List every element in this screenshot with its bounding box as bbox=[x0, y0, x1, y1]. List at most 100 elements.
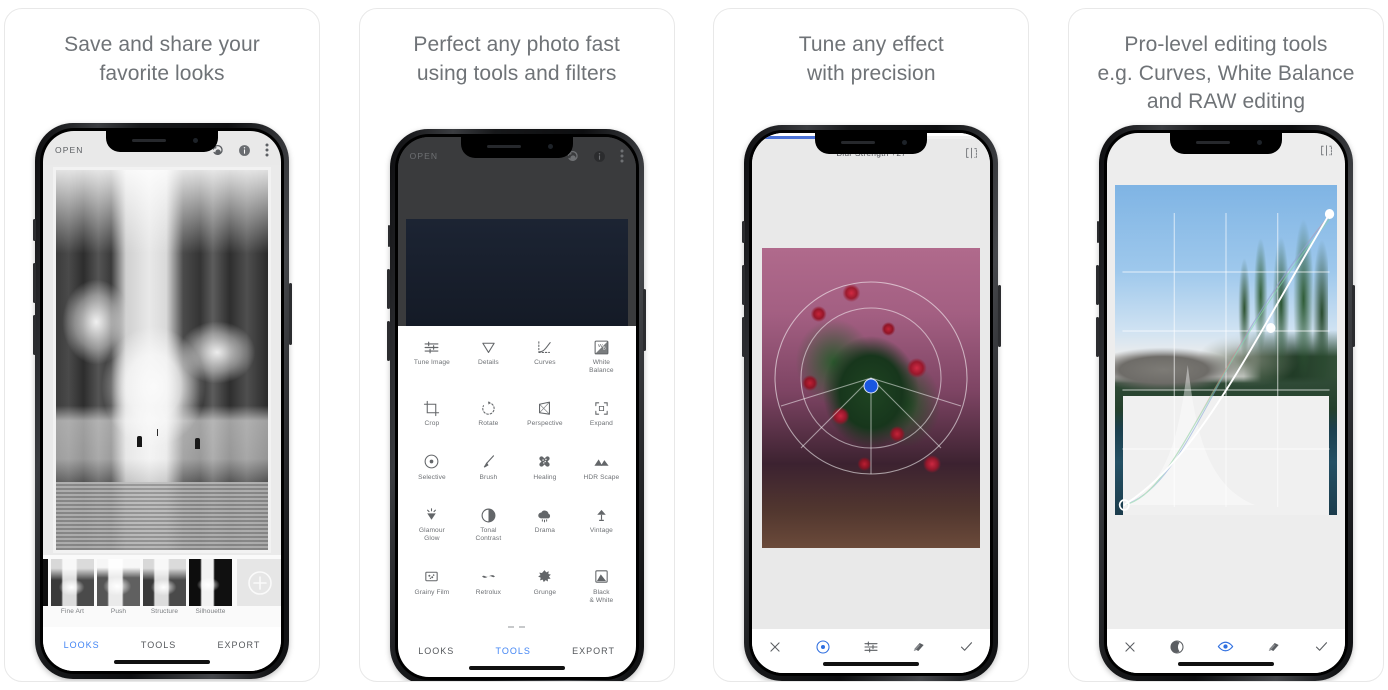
tool-grainy-film[interactable]: Grainy Film bbox=[404, 564, 461, 622]
tool-details[interactable]: Details bbox=[460, 334, 517, 391]
tool-label: Vintage bbox=[589, 527, 613, 534]
phone-mute-switch bbox=[387, 225, 391, 247]
card-title-1: Save and share your favorite looks bbox=[64, 33, 260, 85]
tool-label: Crop bbox=[424, 420, 440, 428]
phone-bezel-1: OPEN Fine Art Push Structure Silhouette … bbox=[40, 128, 284, 674]
svg-text:B: B bbox=[603, 345, 606, 350]
tool-retrolux[interactable]: Retrolux bbox=[460, 564, 517, 622]
tool-brush[interactable]: Brush bbox=[460, 449, 517, 498]
tab-export[interactable]: EXPORT bbox=[572, 646, 615, 656]
look-preset-fine-art[interactable]: Fine Art bbox=[51, 559, 94, 615]
looks-filmstrip[interactable]: Fine Art Push Structure Silhouette bbox=[43, 555, 281, 627]
tab-looks[interactable]: LOOKS bbox=[418, 646, 454, 656]
bottom-tab-bar-1[interactable]: LOOKS TOOLS EXPORT bbox=[43, 627, 281, 671]
tool-grunge[interactable]: Grunge bbox=[517, 564, 574, 622]
phone-bezel-2: OPEN Tune Image Details Curves W B White… bbox=[394, 134, 639, 680]
bottom-action-bar-4[interactable] bbox=[1106, 629, 1345, 673]
phone-power-button bbox=[288, 283, 292, 345]
tool-perspective[interactable]: Perspective bbox=[517, 395, 574, 444]
info-icon[interactable] bbox=[238, 144, 251, 157]
photo-canvas-1[interactable] bbox=[43, 165, 281, 555]
tool-vintage[interactable]: Vintage bbox=[573, 502, 630, 560]
curve-point-white bbox=[1324, 209, 1335, 219]
add-look-button[interactable] bbox=[237, 559, 281, 606]
tool-expand[interactable]: Expand bbox=[573, 395, 630, 444]
tab-tools[interactable]: TOOLS bbox=[496, 646, 531, 656]
tool-white-balance[interactable]: W B White Balance bbox=[573, 334, 630, 391]
phone-screen-4 bbox=[1106, 133, 1345, 673]
home-indicator bbox=[114, 660, 210, 664]
phone-power-button bbox=[997, 285, 1001, 347]
close-icon[interactable] bbox=[768, 640, 782, 654]
overflow-menu-icon[interactable] bbox=[620, 149, 624, 163]
mountains-icon bbox=[593, 453, 610, 471]
look-preset-push[interactable]: Push bbox=[97, 559, 140, 615]
stack-layers-icon[interactable] bbox=[911, 639, 927, 655]
bottom-action-bar-3[interactable] bbox=[752, 629, 991, 673]
check-icon[interactable] bbox=[959, 639, 974, 654]
tool-label: Grainy Film bbox=[414, 588, 450, 596]
phone-volume-up bbox=[741, 265, 745, 305]
compare-icon[interactable] bbox=[1320, 144, 1333, 157]
tool-label: Healing bbox=[533, 473, 557, 481]
tool-glamour-glow[interactable]: Glamour Glow bbox=[404, 502, 461, 560]
tab-looks[interactable]: LOOKS bbox=[64, 640, 100, 650]
tool-drama[interactable]: Drama bbox=[517, 502, 574, 560]
close-icon[interactable] bbox=[1123, 640, 1137, 654]
sheet-drag-handle[interactable] bbox=[404, 621, 630, 633]
tool-label: Black & White bbox=[589, 588, 614, 604]
tool-tune-image[interactable]: Tune Image bbox=[404, 334, 461, 391]
tool-label: Curves bbox=[534, 359, 556, 366]
tab-export[interactable]: EXPORT bbox=[218, 640, 261, 650]
stack-layers-icon[interactable] bbox=[1266, 639, 1282, 655]
phone-screen-1: OPEN Fine Art Push Structure Silhouette … bbox=[43, 131, 281, 671]
overflow-menu-icon[interactable] bbox=[265, 143, 269, 157]
screenshot-card-4: Pro-level editing tools e.g. Curves, Whi… bbox=[1067, 8, 1384, 682]
photo-canvas-3[interactable] bbox=[752, 167, 991, 629]
open-button[interactable]: OPEN bbox=[410, 151, 439, 161]
phone-bezel-3: Blur Strength +27 bbox=[749, 130, 994, 676]
tool-tonal-contrast[interactable]: Tonal Contrast bbox=[460, 502, 517, 560]
look-preset-silhouette[interactable]: Silhouette bbox=[189, 559, 232, 615]
tool-curves[interactable]: Curves bbox=[517, 334, 574, 391]
open-button[interactable]: OPEN bbox=[55, 145, 84, 155]
phone-mockup-2: OPEN Tune Image Details Curves W B White… bbox=[387, 129, 647, 681]
phone-volume-up bbox=[32, 263, 36, 303]
look-thumbnail bbox=[43, 559, 48, 606]
tool-label: HDR Scape bbox=[583, 473, 620, 481]
perspective-icon bbox=[536, 399, 553, 417]
tab-tools[interactable]: TOOLS bbox=[141, 640, 176, 650]
dimmed-photo-stage: Tune Image Details Curves W B White Bala… bbox=[397, 171, 636, 633]
curves-icon bbox=[536, 338, 553, 356]
sliders-icon[interactable] bbox=[863, 639, 879, 655]
phone-bezel-4 bbox=[1103, 130, 1348, 676]
tool-label: Glamour Glow bbox=[418, 527, 445, 543]
tool-black-and-white[interactable]: Black & White bbox=[573, 564, 630, 622]
selective-control-point[interactable] bbox=[863, 378, 879, 394]
home-indicator bbox=[468, 666, 565, 670]
bottom-tab-bar-2[interactable]: LOOKS TOOLS EXPORT bbox=[397, 633, 636, 677]
selective-target-icon[interactable] bbox=[815, 639, 831, 655]
tool-crop[interactable]: Crop bbox=[404, 395, 461, 444]
card-title-4: Pro-level editing tools e.g. Curves, Whi… bbox=[1097, 33, 1355, 114]
moon-contrast-icon[interactable] bbox=[1169, 639, 1185, 655]
tool-healing[interactable]: Healing bbox=[517, 449, 574, 498]
tool-label: Retrolux bbox=[475, 588, 502, 596]
tool-label: Selective bbox=[418, 473, 446, 481]
tool-hdr-scape[interactable]: HDR Scape bbox=[573, 449, 630, 498]
curves-editor-overlay[interactable] bbox=[1115, 185, 1337, 515]
photo-canvas-4[interactable] bbox=[1106, 163, 1345, 629]
app-screenshot-gallery: Save and share your favorite looks OPEN bbox=[0, 0, 1388, 690]
info-icon[interactable] bbox=[593, 150, 606, 163]
tool-rotate[interactable]: Rotate bbox=[460, 395, 517, 444]
look-preset-structure[interactable]: Structure bbox=[143, 559, 186, 615]
tool-selective[interactable]: Selective bbox=[404, 449, 461, 498]
check-icon[interactable] bbox=[1314, 639, 1329, 654]
look-label: Fine Art bbox=[60, 608, 85, 615]
phone-volume-down bbox=[32, 315, 36, 355]
look-preset-item[interactable] bbox=[43, 559, 48, 606]
phone-volume-down bbox=[387, 321, 391, 361]
eye-icon[interactable] bbox=[1217, 638, 1234, 655]
compare-icon[interactable] bbox=[965, 147, 978, 160]
histogram-shape bbox=[1124, 365, 1255, 505]
